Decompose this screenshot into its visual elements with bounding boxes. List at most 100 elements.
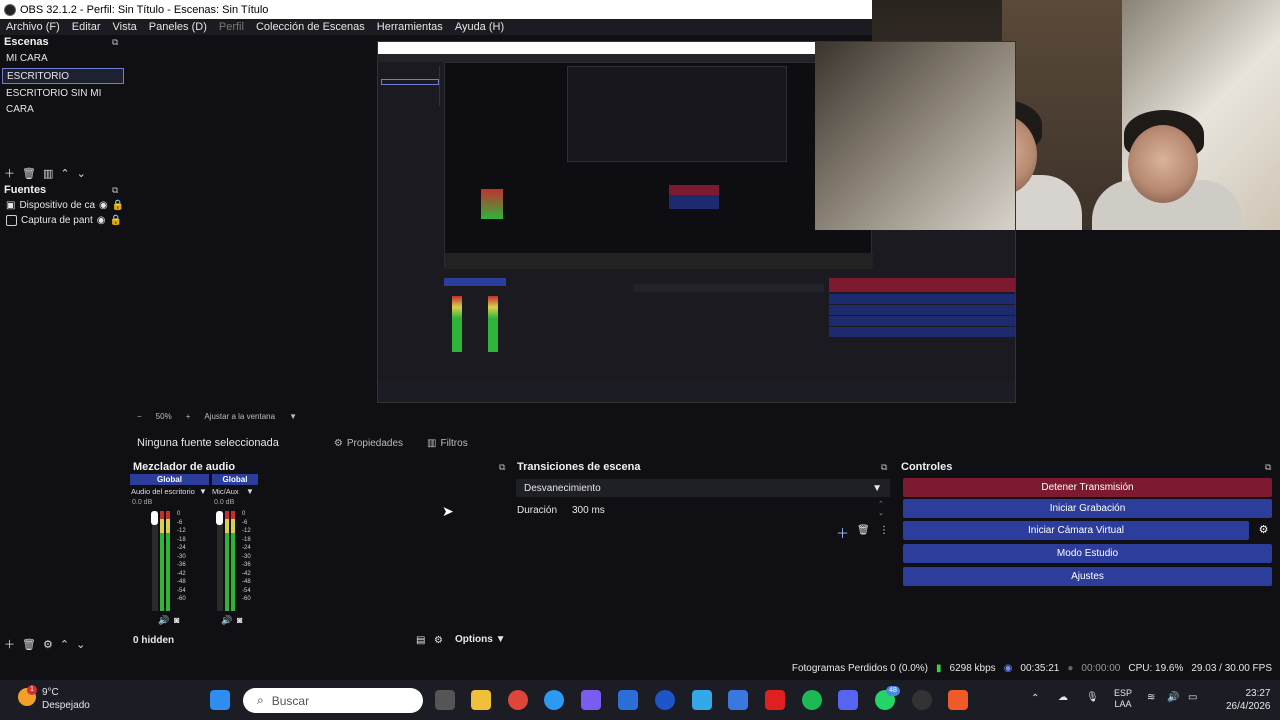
filters-label: Filtros	[440, 437, 468, 449]
wifi-icon[interactable]: ≋	[1147, 692, 1155, 703]
mute-speaker-icon[interactable]: 🔊	[158, 615, 169, 626]
settings-button[interactable]: Ajustes	[903, 567, 1272, 586]
stream-time: 00:35:21	[1020, 662, 1060, 674]
filter-scene-icon[interactable]: ▥	[43, 167, 53, 180]
copilot-icon[interactable]	[581, 690, 601, 710]
volume-slider-track[interactable]	[152, 511, 158, 611]
edge-icon[interactable]	[544, 690, 564, 710]
brave-icon[interactable]	[948, 690, 968, 710]
microphone-icon[interactable]: 🎙	[1086, 692, 1099, 703]
options-label: Options	[455, 634, 493, 645]
language-indicator[interactable]: ESP LAA	[1114, 688, 1132, 710]
move-down-icon[interactable]: ⌄	[76, 638, 85, 651]
visibility-eye-icon[interactable]: ◉	[99, 200, 108, 211]
preview-canvas[interactable]	[377, 41, 1016, 403]
cpu-usage: CPU: 19.6%	[1128, 662, 1184, 674]
volume-slider-handle[interactable]	[151, 511, 158, 525]
add-transition-icon[interactable]: ＋	[836, 523, 849, 542]
monitor-icon[interactable]: ◙	[237, 615, 242, 625]
menu-paneles[interactable]: Paneles (D)	[143, 21, 213, 33]
discord-icon[interactable]	[838, 690, 858, 710]
more-options-icon[interactable]: ⋮	[879, 525, 889, 536]
start-virtual-camera-button[interactable]: Iniciar Cámara Virtual	[903, 521, 1249, 540]
volume-slider-handle[interactable]	[216, 511, 223, 525]
channel-menu-icon[interactable]: ▼	[246, 487, 254, 496]
scene-item-selected[interactable]: ESCRITORIO	[2, 68, 124, 84]
mixer-settings-icon[interactable]: ⚙	[434, 635, 443, 646]
zoom-in-icon[interactable]: +	[186, 412, 191, 421]
mute-speaker-icon[interactable]: 🔊	[221, 615, 232, 626]
move-up-icon[interactable]: ⌃	[60, 638, 69, 651]
menu-coleccion[interactable]: Colección de Escenas	[250, 21, 371, 33]
monitor-icon[interactable]: ◙	[174, 615, 179, 625]
level-meter	[231, 511, 235, 611]
zoom-out-icon[interactable]: −	[137, 412, 142, 421]
file-explorer-icon[interactable]	[471, 690, 491, 710]
menu-ayuda[interactable]: Ayuda (H)	[449, 21, 510, 33]
add-scene-icon[interactable]: ＋	[4, 165, 15, 181]
duration-stepper[interactable]: ⌃ ⌄	[878, 500, 884, 518]
audio-mixer-dock: Mezclador de audio ⧉ Global Global Audio…	[130, 459, 511, 651]
fit-mode-dropdown-icon[interactable]: ▼	[289, 412, 297, 421]
scene-item[interactable]: ESCRITORIO SIN MI CARA	[2, 86, 124, 115]
source-settings-icon[interactable]: ⚙	[43, 638, 53, 651]
remove-source-icon[interactable]: 🗑	[22, 638, 36, 651]
fit-mode-label[interactable]: Ajustar a la ventana	[204, 412, 275, 421]
move-up-icon[interactable]: ⌃	[60, 167, 69, 180]
undock-sources-icon[interactable]: ⧉	[112, 185, 118, 196]
task-view-icon[interactable]	[435, 690, 455, 710]
spotify-icon[interactable]	[802, 690, 822, 710]
studio-mode-button[interactable]: Modo Estudio	[903, 544, 1272, 563]
zoom-level: 50%	[155, 411, 172, 421]
store-icon[interactable]	[618, 690, 638, 710]
menu-editar[interactable]: Editar	[66, 21, 107, 33]
windows-taskbar: 1 9°C Despejado 48 ⌃ ☁ 🎙 ESP LAA ≋ 🔊 ▭ 2…	[0, 680, 1280, 720]
youtube-icon[interactable]	[765, 690, 785, 710]
lang-bottom: LAA	[1114, 699, 1132, 709]
menu-perfil[interactable]: Perfil	[213, 21, 250, 33]
start-button-icon[interactable]	[210, 690, 230, 710]
tray-chevron-icon[interactable]: ⌃	[1031, 693, 1039, 704]
volume-icon[interactable]: 🔊	[1167, 692, 1179, 703]
clock[interactable]: 23:27 26/4/2026	[1226, 687, 1271, 713]
undock-scenes-icon[interactable]: ⧉	[112, 37, 118, 48]
scene-item[interactable]: MI CARA	[2, 51, 124, 67]
camera-icon: ▣	[6, 200, 16, 211]
lock-icon[interactable]: 🔒	[112, 200, 124, 211]
remove-scene-icon[interactable]: 🗑	[22, 167, 36, 180]
menu-archivo[interactable]: Archivo (F)	[0, 21, 66, 33]
menu-herramientas[interactable]: Herramientas	[371, 21, 449, 33]
onedrive-icon[interactable]: ☁	[1058, 692, 1068, 703]
hp-icon[interactable]	[655, 690, 675, 710]
duration-input[interactable]: 300 ms	[572, 505, 605, 516]
mail-icon[interactable]	[728, 690, 748, 710]
options-button[interactable]: Options ▼	[455, 634, 505, 645]
transition-select[interactable]: Desvanecimiento ▼	[516, 479, 890, 497]
mixer-layout-icon[interactable]: ▤	[416, 635, 425, 646]
chrome-icon[interactable]	[508, 690, 528, 710]
obs-icon[interactable]	[912, 690, 932, 710]
menu-vista[interactable]: Vista	[107, 21, 143, 33]
volume-slider-track[interactable]	[217, 511, 223, 611]
lock-icon[interactable]: 🔒	[109, 215, 121, 226]
move-down-icon[interactable]: ⌄	[77, 167, 86, 180]
stop-streaming-button[interactable]: Detener Transmisión	[903, 478, 1272, 497]
undock-mixer-icon[interactable]: ⧉	[499, 462, 505, 473]
start-recording-button[interactable]: Iniciar Grabación	[903, 499, 1272, 518]
level-meter	[160, 511, 164, 611]
remove-transition-icon[interactable]: 🗑	[857, 525, 870, 536]
taskbar-search[interactable]: ⌕ Buscar	[243, 688, 423, 713]
app-icon[interactable]	[692, 690, 712, 710]
visibility-eye-icon[interactable]: ◉	[97, 215, 106, 226]
virtual-camera-settings-icon[interactable]: ⚙	[1255, 523, 1272, 540]
filters-button[interactable]: ▥ Filtros	[427, 438, 468, 449]
source-item[interactable]: ▣ Dispositivo de ca ◉ 🔒	[6, 198, 124, 213]
display-capture-icon	[6, 215, 17, 226]
battery-icon[interactable]: ▭	[1188, 692, 1197, 703]
properties-button[interactable]: ⚙ Propiedades	[334, 438, 403, 449]
add-source-icon[interactable]: ＋	[4, 636, 15, 652]
source-item[interactable]: Captura de pant ◉ 🔒	[6, 213, 122, 228]
undock-controls-icon[interactable]: ⧉	[1265, 462, 1271, 473]
undock-transitions-icon[interactable]: ⧉	[881, 462, 887, 473]
channel-menu-icon[interactable]: ▼	[199, 487, 207, 496]
